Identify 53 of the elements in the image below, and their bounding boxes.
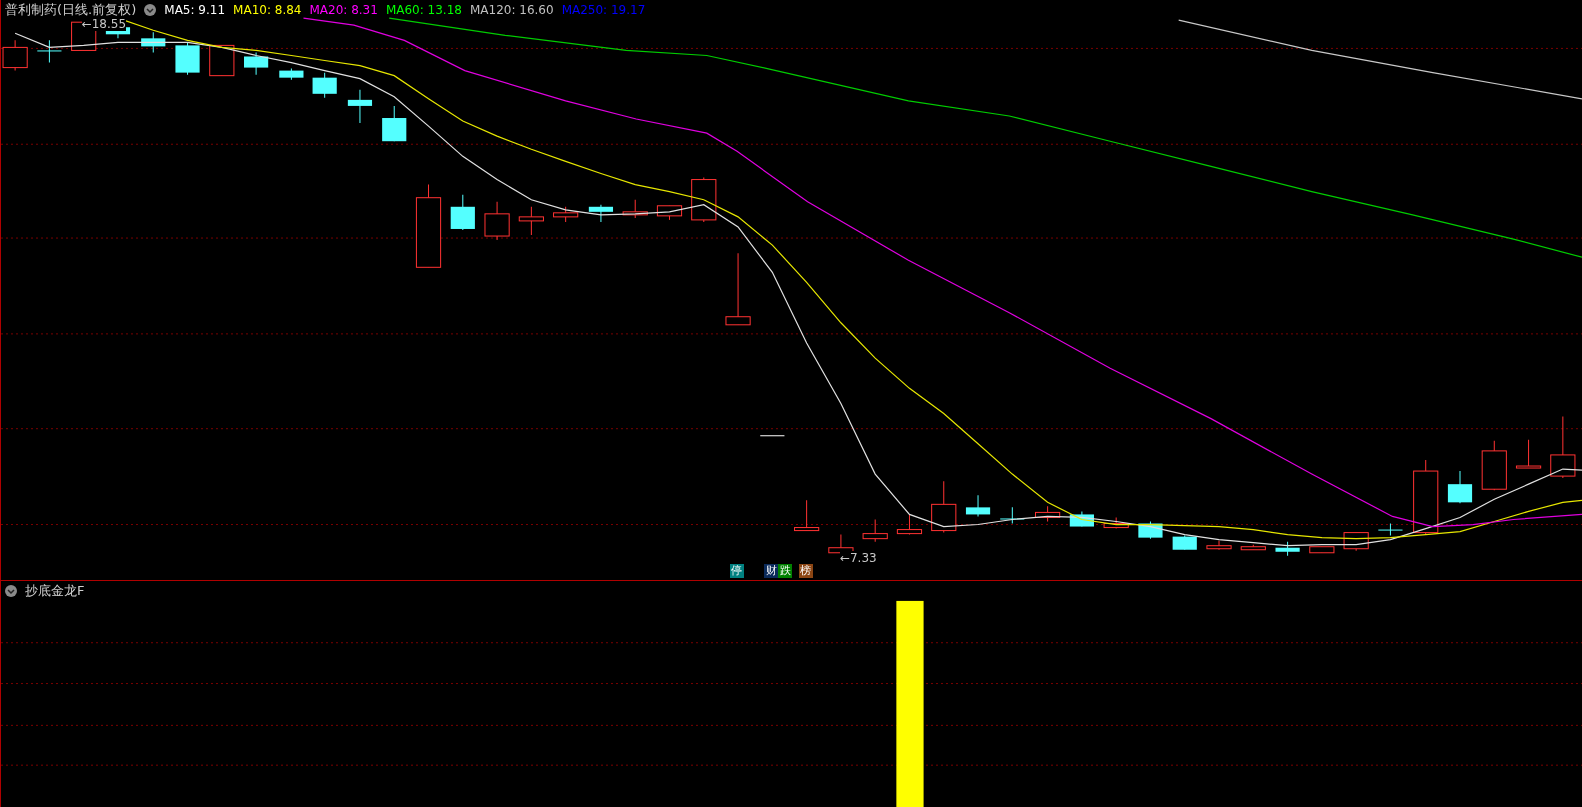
candlestick <box>1275 541 1300 557</box>
price-label: ←18.55 <box>81 17 127 32</box>
candlestick <box>965 494 991 517</box>
candlestick <box>312 72 337 99</box>
candlestick <box>1309 546 1335 554</box>
candlestick <box>1481 440 1507 491</box>
moving-average-label: MA120: 16.60 <box>469 3 554 17</box>
candlestick <box>141 31 166 53</box>
candlestick <box>1172 535 1197 551</box>
candlestick <box>175 41 200 76</box>
candlestick <box>1138 521 1163 540</box>
moving-average-label: MA20: 8.31 <box>309 3 378 17</box>
candlestick <box>1069 510 1094 528</box>
event-marker[interactable]: 榜 <box>798 564 813 578</box>
candlestick <box>691 177 717 223</box>
candlestick <box>931 480 957 534</box>
moving-average-label: MA250: 19.17 <box>561 3 646 17</box>
event-marker[interactable]: 财 <box>764 564 779 578</box>
moving-average-label: MA60: 13.18 <box>385 3 462 17</box>
candlestick <box>553 206 579 223</box>
candlestick <box>588 204 614 223</box>
dropdown-icon[interactable] <box>144 4 157 16</box>
dropdown-icon[interactable] <box>5 585 17 597</box>
candlestick <box>622 199 648 219</box>
candlestick <box>244 51 269 76</box>
price-dash <box>759 435 785 437</box>
candlestick <box>1240 544 1266 551</box>
price-label: ←7.33 <box>839 550 877 565</box>
candlestick <box>656 205 683 221</box>
candlestick <box>1550 416 1576 479</box>
candlestick <box>37 39 62 64</box>
candlestick <box>347 89 373 124</box>
candlestick <box>518 206 544 236</box>
event-marker[interactable]: 跌 <box>778 564 793 578</box>
event-marker[interactable]: 停 <box>730 564 744 578</box>
candlestick <box>1447 470 1473 504</box>
candlestick <box>1206 540 1232 551</box>
candlestick <box>484 201 510 241</box>
candlestick <box>1103 516 1129 530</box>
candlestick <box>1035 505 1061 522</box>
candlestick <box>382 105 407 142</box>
moving-average-label: MA5: 9.11 <box>164 3 226 17</box>
candlestick <box>279 68 304 81</box>
candlestick <box>1515 439 1542 469</box>
moving-average-label: MA10: 8.84 <box>233 3 302 17</box>
chart-title: 普利制药(日线.前复权) <box>5 1 137 19</box>
candlestick <box>794 499 820 532</box>
candlestick <box>450 194 475 231</box>
candlestick <box>862 518 888 543</box>
candlestick <box>1378 523 1403 537</box>
candlestick <box>896 513 923 536</box>
candlestick <box>209 44 235 77</box>
indicator-title: 抄底金龙F <box>25 582 85 600</box>
